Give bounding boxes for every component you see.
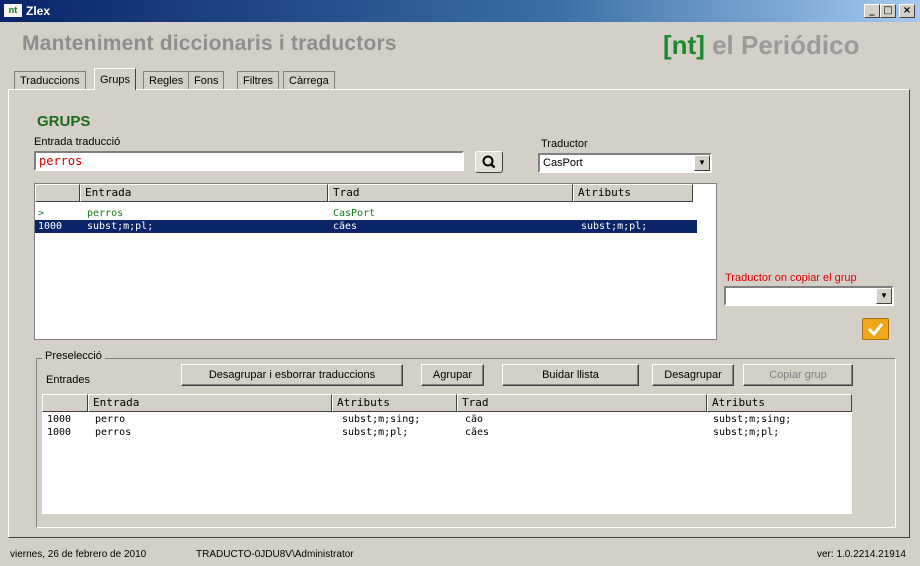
tab-filtres[interactable]: Filtres [237,71,279,89]
close-icon: × [902,5,912,16]
buidar-llista-button[interactable]: Buidar llista [502,364,639,386]
grid-header-trad[interactable]: Trad [328,184,573,202]
row-atributs: subst;m;pl; [342,427,409,438]
row-atributs: subst;m;sing; [342,414,421,425]
grid2-header-atributs[interactable]: Atributs [332,394,457,412]
section-title: GRUPS [37,113,91,130]
copiar-traductor-select[interactable]: ▼ [724,286,894,306]
table-row-selected[interactable]: 1000 subst;m;pl; cães subst;m;pl; [35,220,697,233]
row-atributs: subst;m;pl; [581,221,648,232]
preseleccio-title: Preselecció [42,350,105,362]
row-indicator: > [38,208,45,219]
row-trad: cães [333,221,358,232]
tab-fons[interactable]: Fons [188,71,225,89]
row-trad: CasPort [333,208,376,219]
desagrupar-button[interactable]: Desagrupar [652,364,734,386]
traductor-label: Traductor [541,138,588,150]
status-user: TRADUCTO-0JDU8V\Administrator [196,549,354,560]
maximize-icon: □ [883,5,893,16]
row-entrada: subst;m;pl; [87,221,154,232]
grid-header-entrada[interactable]: Entrada [80,184,328,202]
copiar-grup-button[interactable]: Copiar grup [743,364,853,386]
grid2-header-blank[interactable] [42,394,88,412]
desagrupar-esborrar-button[interactable]: Desagrupar i esborrar traduccions [181,364,403,386]
window-title: Zlex [26,4,51,18]
row-entrada: perros [87,208,124,219]
row-entrada: perros [95,427,132,438]
row-trad: cão [465,414,484,425]
maximize-button[interactable]: □ [880,4,896,18]
title-bar[interactable] [0,0,920,22]
row-id: 1000 [38,221,63,232]
row-id: 1000 [47,414,72,425]
tab-traduccions[interactable]: Traduccions [14,71,86,89]
preseleccio-grid[interactable]: Entrada Atributs Trad Atributs 1000 perr… [42,394,852,514]
chevron-down-icon[interactable]: ▼ [694,155,710,171]
entrades-label: Entrades [46,374,91,386]
status-date: viernes, 26 de febrero de 2010 [10,549,147,560]
grups-grid[interactable]: Entrada Trad Atributs > perros CasPort 1… [34,183,717,340]
row-trad: cães [465,427,490,438]
row-atributs-2: subst;m;pl; [713,427,780,438]
grid2-header-entrada[interactable]: Entrada [88,394,332,412]
app-icon: nt [4,4,22,17]
row-atributs-2: subst;m;sing; [713,414,792,425]
grid2-header-atributs-2[interactable]: Atributs [707,394,852,412]
page-title: Manteniment diccionaris i traductors [22,32,397,55]
traductor-select[interactable]: CasPort ▼ [538,153,712,173]
entrada-label: Entrada traducció [34,136,121,148]
close-button[interactable]: × [899,4,915,18]
row-entrada: perro [95,414,126,425]
grid-header-atributs[interactable]: Atributs [573,184,693,202]
brand-logo: [nt] el Periódico [663,30,859,61]
confirm-copy-button[interactable] [862,318,889,340]
entrada-input[interactable]: perros [34,151,464,171]
traductor-value: CasPort [543,157,583,169]
chevron-down-icon[interactable]: ▼ [876,288,892,304]
agrupar-button[interactable]: Agrupar [421,364,484,386]
table-row[interactable]: 1000 perro subst;m;sing; cão subst;m;sin… [42,413,852,426]
status-version: ver: 1.0.2214.21914 [817,549,906,560]
table-row[interactable]: > perros CasPort [35,207,716,220]
minimize-icon: _ [869,5,875,16]
table-row[interactable]: 1000 perros subst;m;pl; cães subst;m;pl; [42,426,852,439]
checkmark-icon [867,323,884,337]
status-bar: viernes, 26 de febrero de 2010 TRADUCTO-… [0,544,920,566]
tab-regles[interactable]: Regles [143,71,190,89]
tab-grups[interactable]: Grups [94,68,136,90]
grid-header-blank[interactable] [35,184,80,202]
brand-nt: [nt] [663,30,705,60]
search-icon [482,155,496,169]
grid2-header-trad[interactable]: Trad [457,394,707,412]
copiar-grup-label: Traductor on copiar el grup [725,272,857,284]
minimize-button[interactable]: _ [864,4,880,18]
brand-name: el Periódico [712,30,860,60]
tab-carrega[interactable]: Càrrega [283,71,335,89]
search-button[interactable] [475,151,503,173]
row-id: 1000 [47,427,72,438]
